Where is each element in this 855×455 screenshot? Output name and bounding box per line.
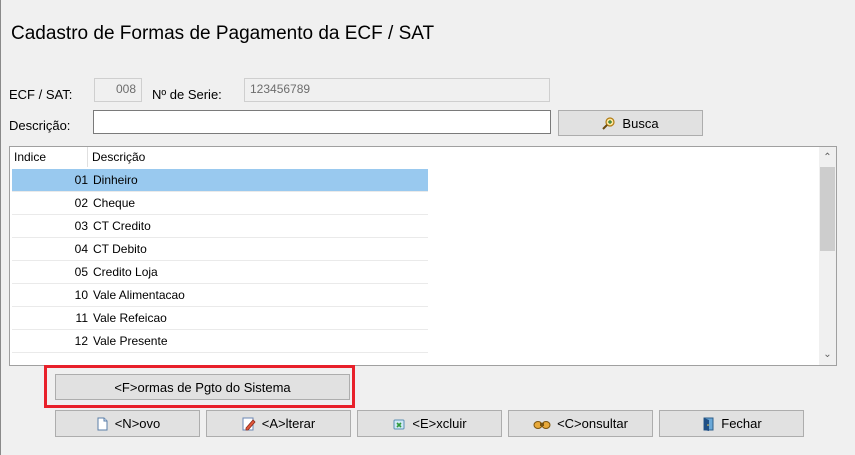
row-descricao: Cheque <box>93 196 136 210</box>
row-descricao: Vale Alimentacao <box>93 288 185 302</box>
scroll-down-icon[interactable]: ⌄ <box>819 346 836 363</box>
busca-button[interactable]: Busca <box>558 110 703 136</box>
row-indice: 05 <box>74 265 88 279</box>
serie-label: Nº de Serie: <box>152 87 222 102</box>
grid-header: Indice Descrição <box>10 147 428 167</box>
excluir-label: <E>xcluir <box>412 416 467 431</box>
serie-field[interactable]: 123456789 <box>244 78 550 102</box>
highlight-box <box>44 365 355 408</box>
pencil-icon <box>242 417 256 431</box>
binoculars-icon <box>533 417 551 431</box>
door-exit-icon <box>701 417 715 431</box>
row-descricao: Dinheiro <box>93 173 138 187</box>
row-descricao: Vale Presente <box>93 334 168 348</box>
row-indice: 04 <box>74 242 88 256</box>
excluir-button[interactable]: <E>xcluir <box>357 410 502 437</box>
window-title: Cadastro de Formas de Pagamento da ECF /… <box>11 23 435 44</box>
table-row[interactable]: 02 Cheque <box>12 192 428 215</box>
novo-label: <N>ovo <box>114 416 161 431</box>
column-header-descricao[interactable]: Descrição <box>92 150 145 164</box>
new-document-icon <box>95 417 109 431</box>
table-row[interactable]: 12 Vale Presente <box>12 330 428 353</box>
fechar-label: Fechar <box>721 416 762 431</box>
consultar-button[interactable]: <C>onsultar <box>508 410 653 437</box>
ecf-sat-field[interactable]: 008 <box>94 78 142 102</box>
column-separator <box>87 147 88 167</box>
table-row[interactable]: 03 CT Credito <box>12 215 428 238</box>
column-header-indice[interactable]: Indice <box>14 150 46 164</box>
alterar-button[interactable]: <A>lterar <box>206 410 351 437</box>
fechar-button[interactable]: Fechar <box>659 410 804 437</box>
row-indice: 12 <box>74 334 88 348</box>
row-indice: 03 <box>74 219 88 233</box>
row-indice: 02 <box>74 196 88 210</box>
payment-methods-grid[interactable]: Indice Descrição 01 Dinheiro 02 Cheque 0… <box>9 146 837 366</box>
row-descricao: Vale Refeicao <box>93 311 167 325</box>
row-descricao: CT Credito <box>93 219 151 233</box>
table-row[interactable]: 11 Vale Refeicao <box>12 307 428 330</box>
payment-methods-window: Cadastro de Formas de Pagamento da ECF /… <box>0 0 855 455</box>
row-indice: 01 <box>74 173 88 187</box>
table-row[interactable]: 10 Vale Alimentacao <box>12 284 428 307</box>
busca-label: Busca <box>622 115 659 131</box>
descricao-label: Descrição: <box>9 118 71 133</box>
descricao-input[interactable] <box>93 110 551 134</box>
grid-rows: 01 Dinheiro 02 Cheque 03 CT Credito 04 C… <box>12 169 428 353</box>
row-descricao: CT Debito <box>93 242 147 256</box>
scroll-up-icon[interactable]: ⌃ <box>819 149 836 166</box>
alterar-label: <A>lterar <box>261 416 316 431</box>
magnifier-plus-icon <box>602 116 616 130</box>
row-indice: 10 <box>74 288 88 302</box>
table-row[interactable]: 01 Dinheiro <box>12 169 428 192</box>
table-row[interactable]: 04 CT Debito <box>12 238 428 261</box>
ecf-sat-label: ECF / SAT: <box>9 87 73 102</box>
table-row[interactable]: 05 Credito Loja <box>12 261 428 284</box>
row-indice: 11 <box>75 311 88 325</box>
novo-button[interactable]: <N>ovo <box>55 410 200 437</box>
vertical-scrollbar[interactable]: ⌃ ⌄ <box>819 147 836 365</box>
consultar-label: <C>onsultar <box>557 416 628 431</box>
row-descricao: Credito Loja <box>93 265 158 279</box>
scrollbar-thumb[interactable] <box>820 167 835 251</box>
delete-icon <box>392 417 406 431</box>
